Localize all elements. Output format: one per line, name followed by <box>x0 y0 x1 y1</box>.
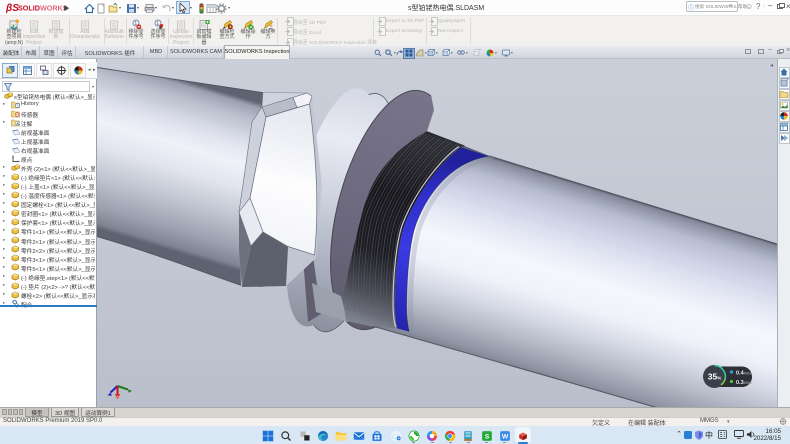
svg-text:W: W <box>502 433 509 440</box>
svg-text:1: 1 <box>156 21 159 27</box>
svg-text:S: S <box>484 433 489 440</box>
svg-text:A: A <box>16 122 19 126</box>
svg-text:SOLIDWORKS: SOLIDWORKS <box>18 4 68 13</box>
